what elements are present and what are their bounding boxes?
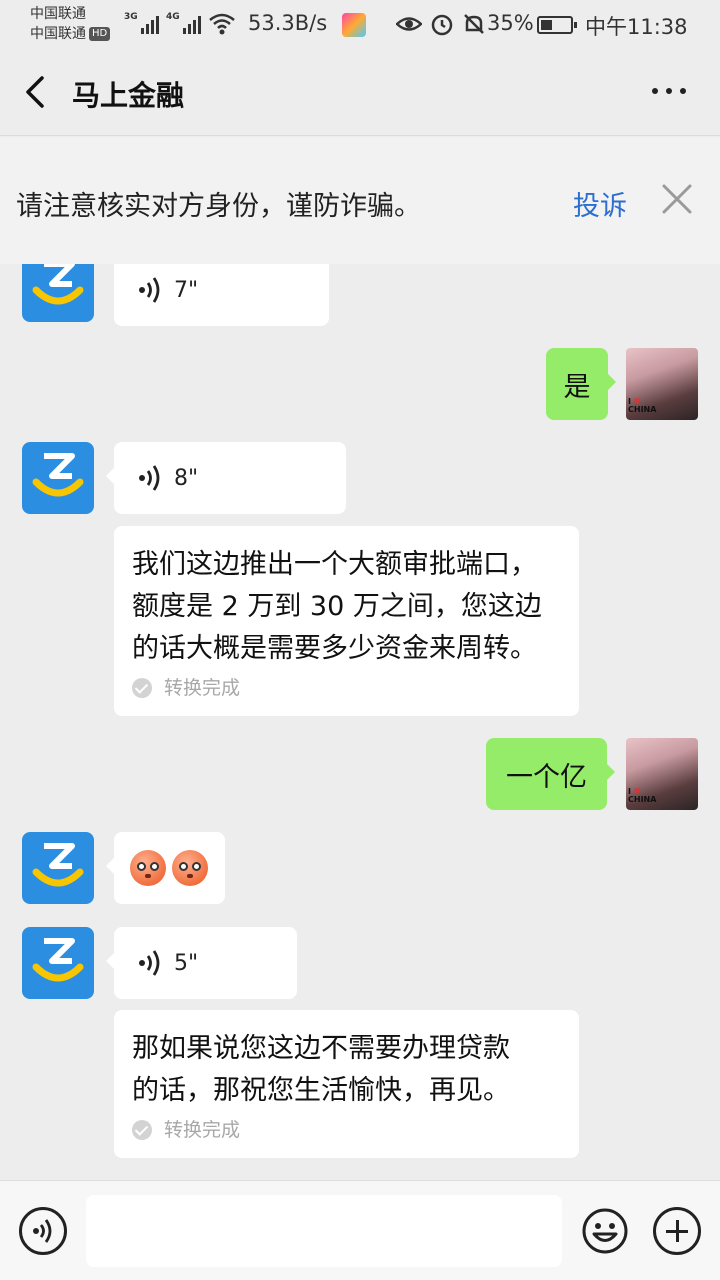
message-text: 是	[563, 371, 591, 403]
voice-message-bubble[interactable]: 8"	[106, 442, 346, 514]
voice-wave-icon	[139, 950, 160, 976]
status-bar: 中国联通 中国联通 HD 3G 4G 53.3B/s 35% 中午11:38	[0, 0, 720, 50]
message-input[interactable]	[86, 1195, 562, 1267]
converted-line: 的话，那祝您生活愉快，再见。	[132, 1075, 510, 1106]
battery-percent: 35%	[487, 11, 534, 35]
clock: 中午11:38	[585, 15, 688, 39]
bot-avatar[interactable]	[22, 442, 94, 514]
carrier-name-1: 中国联通	[30, 6, 86, 22]
close-icon[interactable]	[660, 182, 694, 216]
voice-wave-icon	[139, 277, 160, 303]
check-icon	[132, 678, 152, 698]
conversion-status: 转换完成	[132, 1118, 561, 1142]
back-arrow-icon[interactable]	[22, 74, 52, 110]
complain-link[interactable]: 投诉	[573, 184, 627, 223]
converted-line: 的话大概是需要多少资金来周转。	[132, 633, 537, 664]
hd-badge: HD	[89, 27, 111, 41]
bot-avatar[interactable]	[22, 832, 94, 904]
more-dots-icon[interactable]	[652, 88, 686, 96]
wifi-icon	[209, 13, 235, 35]
carrier-info: 中国联通 中国联通 HD	[30, 4, 111, 44]
converted-line: 那如果说您这边不需要办理贷款	[132, 1033, 510, 1064]
input-bar	[0, 1180, 720, 1280]
message-text: 一个亿	[506, 761, 587, 793]
voice-duration: 7"	[174, 277, 199, 303]
nav-bar: 马上金融	[0, 50, 720, 136]
bot-avatar[interactable]	[22, 264, 94, 322]
voice-duration: 8"	[174, 465, 199, 491]
voice-message-bubble[interactable]: 5"	[106, 927, 297, 999]
page-title: 马上金融	[72, 79, 185, 112]
voice-message-bubble[interactable]: 7"	[114, 264, 329, 326]
fraud-warning-text: 请注意核实对方身份，谨防诈骗。	[16, 191, 421, 222]
signal-icon-2: 4G	[166, 12, 201, 34]
emoji-icon[interactable]	[581, 1207, 629, 1255]
network-speed: 53.3B/s	[248, 11, 328, 35]
converted-text-bubble[interactable]: 那如果说您这边不需要办理贷款 的话，那祝您生活愉快，再见。 转换完成	[114, 1010, 579, 1158]
signal-icon-1: 3G	[124, 12, 159, 34]
emoji-message-bubble[interactable]	[106, 832, 225, 904]
flushed-face-emoji	[130, 850, 166, 886]
notification-app-icon	[342, 13, 366, 37]
voice-wave-icon	[139, 465, 160, 491]
flushed-face-emoji	[172, 850, 208, 886]
alarm-icon	[431, 14, 453, 36]
carrier-name-2: 中国联通	[30, 26, 86, 42]
check-icon	[132, 1120, 152, 1140]
chat-area[interactable]: 7" 是 I ♥ CHINA 8" 我们这边推出一个大额审批端口， 额度是 2 万…	[0, 264, 720, 1180]
converted-text-bubble[interactable]: 我们这边推出一个大额审批端口， 额度是 2 万到 30 万之间，您这边 的话大概…	[114, 526, 579, 716]
user-text-bubble[interactable]: 是	[546, 348, 616, 420]
converted-line: 我们这边推出一个大额审批端口，	[132, 549, 537, 580]
bot-avatar[interactable]	[22, 927, 94, 999]
conversion-status: 转换完成	[132, 676, 561, 700]
status-icons	[396, 12, 486, 36]
battery-icon	[537, 16, 577, 34]
user-avatar[interactable]: I ♥ CHINA	[626, 348, 698, 420]
plus-icon[interactable]	[653, 1207, 701, 1255]
mute-bell-icon	[464, 14, 484, 34]
voice-duration: 5"	[174, 950, 199, 976]
eye-icon	[396, 17, 422, 31]
user-text-bubble[interactable]: 一个亿	[486, 738, 615, 810]
converted-line: 额度是 2 万到 30 万之间，您这边	[132, 591, 542, 622]
user-avatar[interactable]: I ♥ CHINA	[626, 738, 698, 810]
voice-input-icon[interactable]	[19, 1207, 67, 1255]
